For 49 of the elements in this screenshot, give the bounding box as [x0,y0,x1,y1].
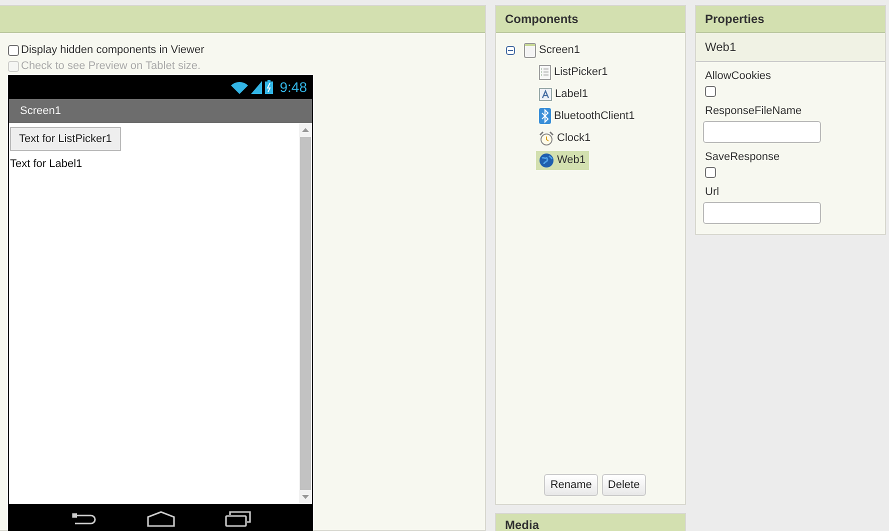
input-field[interactable] [703,202,821,224]
list-icon [539,64,551,80]
panel-title: Media [505,518,540,531]
scrollbar[interactable] [299,123,312,504]
checkbox-label: Display hidden components in Viewer [21,44,204,56]
component-name: Web1 [705,40,736,54]
screen-title: Screen1 [20,105,61,117]
label-icon [539,88,552,100]
collapse-icon[interactable] [506,46,515,54]
phone-icon [524,42,536,58]
checkbox[interactable] [8,44,19,56]
action-button[interactable]: Delete [602,474,646,496]
tree-item[interactable]: Web1 [536,150,589,170]
property-label: SaveResponse [705,151,780,163]
panel-title: Properties [705,12,764,26]
property-label: ResponseFileName [705,105,802,117]
bluetooth-icon [539,108,551,124]
home-icon[interactable] [146,510,174,526]
panel-title: Components [505,12,578,26]
back-icon[interactable] [70,512,96,526]
checkbox[interactable] [705,167,716,178]
checkbox[interactable] [705,86,716,97]
tree-item-label: Web1 [557,154,586,166]
tree-item-label: Label1 [555,88,588,100]
tree-item[interactable]: Clock1 [536,128,594,148]
clock-time: 9:48 [280,79,307,95]
tree-item[interactable]: BluetoothClient1 [536,106,638,126]
list-picker-button[interactable]: Text for ListPicker1 [10,127,121,151]
tree-item-label: Clock1 [557,132,591,144]
property-label: Url [705,186,720,198]
alarm-clock-icon [539,130,554,146]
checkbox-label: Check to see Preview on Tablet size. [21,60,201,72]
tree-item-label: BluetoothClient1 [554,110,635,122]
tree-item[interactable]: ListPicker1 [536,62,611,82]
wifi-icon [230,80,248,94]
action-button[interactable]: Rename [544,474,598,496]
scroll-up-icon[interactable] [301,127,310,133]
recent-apps-icon[interactable] [224,510,250,526]
input-field[interactable] [703,121,821,143]
tree-item[interactable]: Label1 [536,86,592,102]
tree-item[interactable]: Screen1 [521,40,583,60]
tree-item-label: ListPicker1 [554,66,608,78]
scroll-down-icon[interactable] [301,494,310,500]
battery-icon [264,80,273,94]
label-text: Text for Label1 [10,158,82,170]
property-label: AllowCookies [705,70,772,82]
tree-item-label: Screen1 [539,44,580,56]
signal-icon [250,80,262,94]
globe-icon [539,152,554,168]
